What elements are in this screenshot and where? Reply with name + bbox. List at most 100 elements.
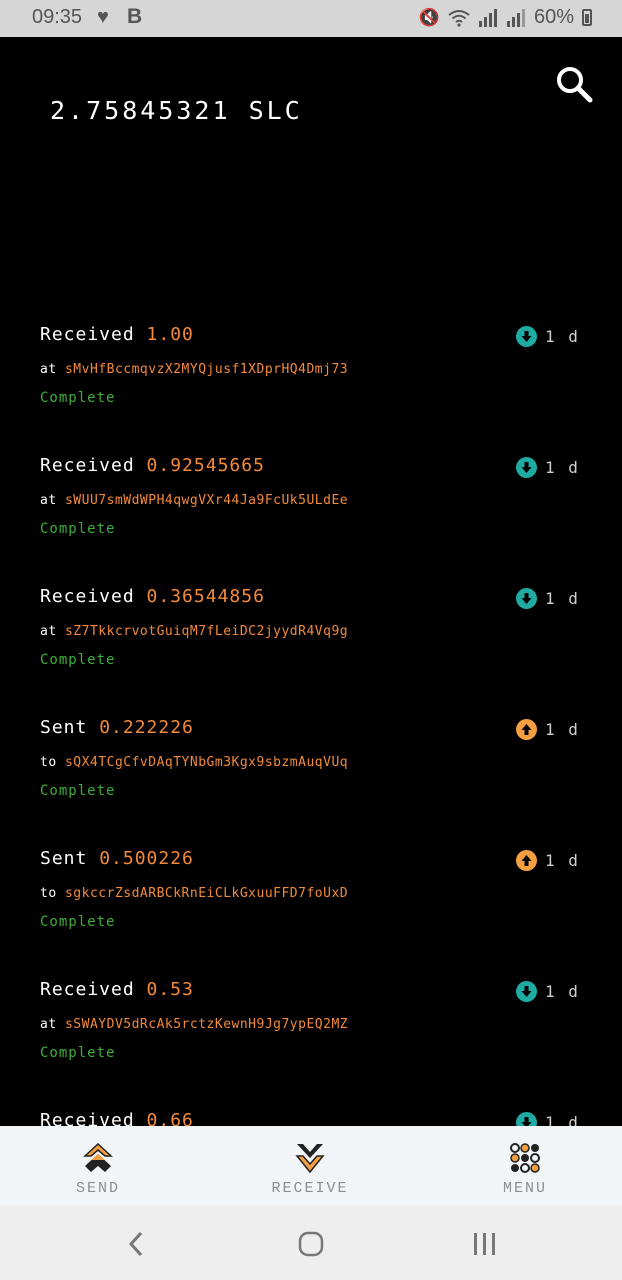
transaction-kind: Received xyxy=(40,979,135,1000)
address-preposition: at xyxy=(40,1017,57,1032)
send-button[interactable]: SEND xyxy=(72,1126,124,1206)
transaction-address: sMvHfBccmqvzX2MYQjusf1XDprHQ4Dmj73 xyxy=(64,362,349,377)
transaction-kind: Sent xyxy=(40,848,88,869)
age-label: 1 d xyxy=(545,458,580,477)
transaction-address: sWUU7smWdWPH4qwgVXr44Ja9FcUk5ULdEe xyxy=(64,493,349,508)
transaction-address-line: to sQX4TCgCfvDAqTYNbGm3Kgx9sbzmAuqVUq xyxy=(40,755,348,770)
system-nav-bar xyxy=(0,1206,622,1280)
status-b-label: B xyxy=(127,5,143,28)
home-icon[interactable] xyxy=(297,1230,325,1258)
send-icon xyxy=(83,1142,113,1172)
transaction-kind: Received xyxy=(40,1110,135,1126)
recents-icon[interactable] xyxy=(471,1230,499,1258)
transaction-row[interactable]: Sent 0.500226 to sgkccrZsdARBCkRnEiCLkGxu… xyxy=(0,836,622,967)
menu-label: MENU xyxy=(502,1180,547,1197)
transaction-address-line: at sWUU7smWdWPH4qwgVXr44Ja9FcUk5ULdEe xyxy=(40,493,348,508)
transaction-status: Complete xyxy=(40,390,116,406)
transaction-title: Received 0.66 xyxy=(40,1110,194,1126)
transaction-row[interactable]: Received 1.00 at sMvHfBccmqvzX2MYQjusf1XD… xyxy=(0,312,622,443)
battery-percent: 60% xyxy=(533,6,574,28)
transaction-amount: 0.222226 xyxy=(99,717,194,738)
transaction-address-line: at sMvHfBccmqvzX2MYQjusf1XDprHQ4Dmj73 xyxy=(40,362,348,377)
transaction-address: sSWAYDV5dRcAk5rctzKewnH9Jg7ypEQ2MZ xyxy=(64,1017,349,1032)
receive-button[interactable]: RECEIVE xyxy=(270,1126,350,1206)
transaction-amount: 0.500226 xyxy=(99,848,194,869)
age-label: 1 d xyxy=(545,851,580,870)
transaction-kind: Received xyxy=(40,324,135,345)
age-label: 1 d xyxy=(545,720,580,739)
menu-button[interactable]: MENU xyxy=(500,1126,550,1206)
status-time: 09:35 xyxy=(32,6,83,28)
transaction-status: Complete xyxy=(40,521,116,537)
transaction-age: 1 d xyxy=(516,326,580,347)
mute-icon: 🔇 xyxy=(418,7,440,27)
bottom-nav: SEND RECEIVE MENU xyxy=(0,1126,622,1206)
receive-label: RECEIVE xyxy=(271,1180,349,1197)
transaction-row[interactable]: Received 0.36544856 at sZ7TkkcrvotGuiqM7f… xyxy=(0,574,622,705)
transaction-address-line: at sSWAYDV5dRcAk5rctzKewnH9Jg7ypEQ2MZ xyxy=(40,1017,348,1032)
send-label: SEND xyxy=(75,1180,120,1197)
received-arrow-icon xyxy=(516,457,537,478)
transaction-address: sQX4TCgCfvDAqTYNbGm3Kgx9sbzmAuqVUq xyxy=(64,755,349,770)
age-label: 1 d xyxy=(545,589,580,608)
transaction-status: Complete xyxy=(40,783,116,799)
menu-icon xyxy=(510,1143,540,1173)
transaction-age: 1 d xyxy=(516,457,580,478)
transaction-amount: 0.36544856 xyxy=(146,586,265,607)
transaction-title: Sent 0.500226 xyxy=(40,848,194,869)
transaction-age: 1 d xyxy=(516,719,580,740)
wallet-balance: 2.75845321 SLC xyxy=(50,96,303,125)
age-label: 1 d xyxy=(545,327,580,346)
signal-icon xyxy=(478,8,497,27)
signal-icon-2 xyxy=(506,8,525,27)
back-icon[interactable] xyxy=(126,1230,146,1258)
age-label: 1 d xyxy=(545,982,580,1001)
address-preposition: to xyxy=(40,755,57,770)
transaction-title: Received 0.36544856 xyxy=(40,586,265,607)
transaction-address: sZ7TkkcrvotGuiqM7fLeiDC2jyydR4Vq9g xyxy=(64,624,349,639)
sent-arrow-icon xyxy=(516,719,537,740)
status-bar: 09:35 ♥ B 🔇 60% xyxy=(0,0,622,37)
battery-icon xyxy=(582,9,592,26)
transaction-age: 1 d xyxy=(516,981,580,1002)
transaction-status: Complete xyxy=(40,652,116,668)
transaction-address-line: to sgkccrZsdARBCkRnEiCLkGxuuFFD7foUxD xyxy=(40,886,348,901)
transaction-age: 1 d xyxy=(516,588,580,609)
transaction-amount: 0.66 xyxy=(146,1110,194,1126)
wifi-icon xyxy=(448,9,470,27)
address-preposition: to xyxy=(40,886,57,901)
transaction-age: 1 d xyxy=(516,1112,580,1126)
received-arrow-icon xyxy=(516,981,537,1002)
received-arrow-icon xyxy=(516,588,537,609)
transaction-address-line: at sZ7TkkcrvotGuiqM7fLeiDC2jyydR4Vq9g xyxy=(40,624,348,639)
transaction-kind: Received xyxy=(40,455,135,476)
transaction-status: Complete xyxy=(40,1045,116,1061)
transaction-amount: 0.53 xyxy=(146,979,194,1000)
transaction-row[interactable]: Received 0.66 1 d xyxy=(0,1098,622,1126)
received-arrow-icon xyxy=(516,1112,537,1126)
transaction-title: Received 0.53 xyxy=(40,979,194,1000)
transaction-kind: Sent xyxy=(40,717,88,738)
transaction-age: 1 d xyxy=(516,850,580,871)
transaction-row[interactable]: Sent 0.222226 to sQX4TCgCfvDAqTYNbGm3Kgx9… xyxy=(0,705,622,836)
address-preposition: at xyxy=(40,624,57,639)
age-label: 1 d xyxy=(545,1113,580,1126)
address-preposition: at xyxy=(40,362,57,377)
received-arrow-icon xyxy=(516,326,537,347)
receive-icon xyxy=(295,1144,325,1174)
transaction-amount: 1.00 xyxy=(146,324,194,345)
transaction-status: Complete xyxy=(40,914,116,930)
transaction-row[interactable]: Received 0.92545665 at sWUU7smWdWPH4qwgVX… xyxy=(0,443,622,574)
transaction-row[interactable]: Received 0.53 at sSWAYDV5dRcAk5rctzKewnH9… xyxy=(0,967,622,1098)
transaction-title: Sent 0.222226 xyxy=(40,717,194,738)
transaction-title: Received 1.00 xyxy=(40,324,194,345)
heart-icon: ♥ xyxy=(97,6,109,28)
transaction-address: sgkccrZsdARBCkRnEiCLkGxuuFFD7foUxD xyxy=(64,886,349,901)
address-preposition: at xyxy=(40,493,57,508)
sent-arrow-icon xyxy=(516,850,537,871)
search-icon[interactable] xyxy=(554,64,594,104)
transaction-title: Received 0.92545665 xyxy=(40,455,265,476)
transaction-list[interactable]: Received 1.00 at sMvHfBccmqvzX2MYQjusf1XD… xyxy=(0,312,622,1126)
transaction-kind: Received xyxy=(40,586,135,607)
transaction-amount: 0.92545665 xyxy=(146,455,265,476)
